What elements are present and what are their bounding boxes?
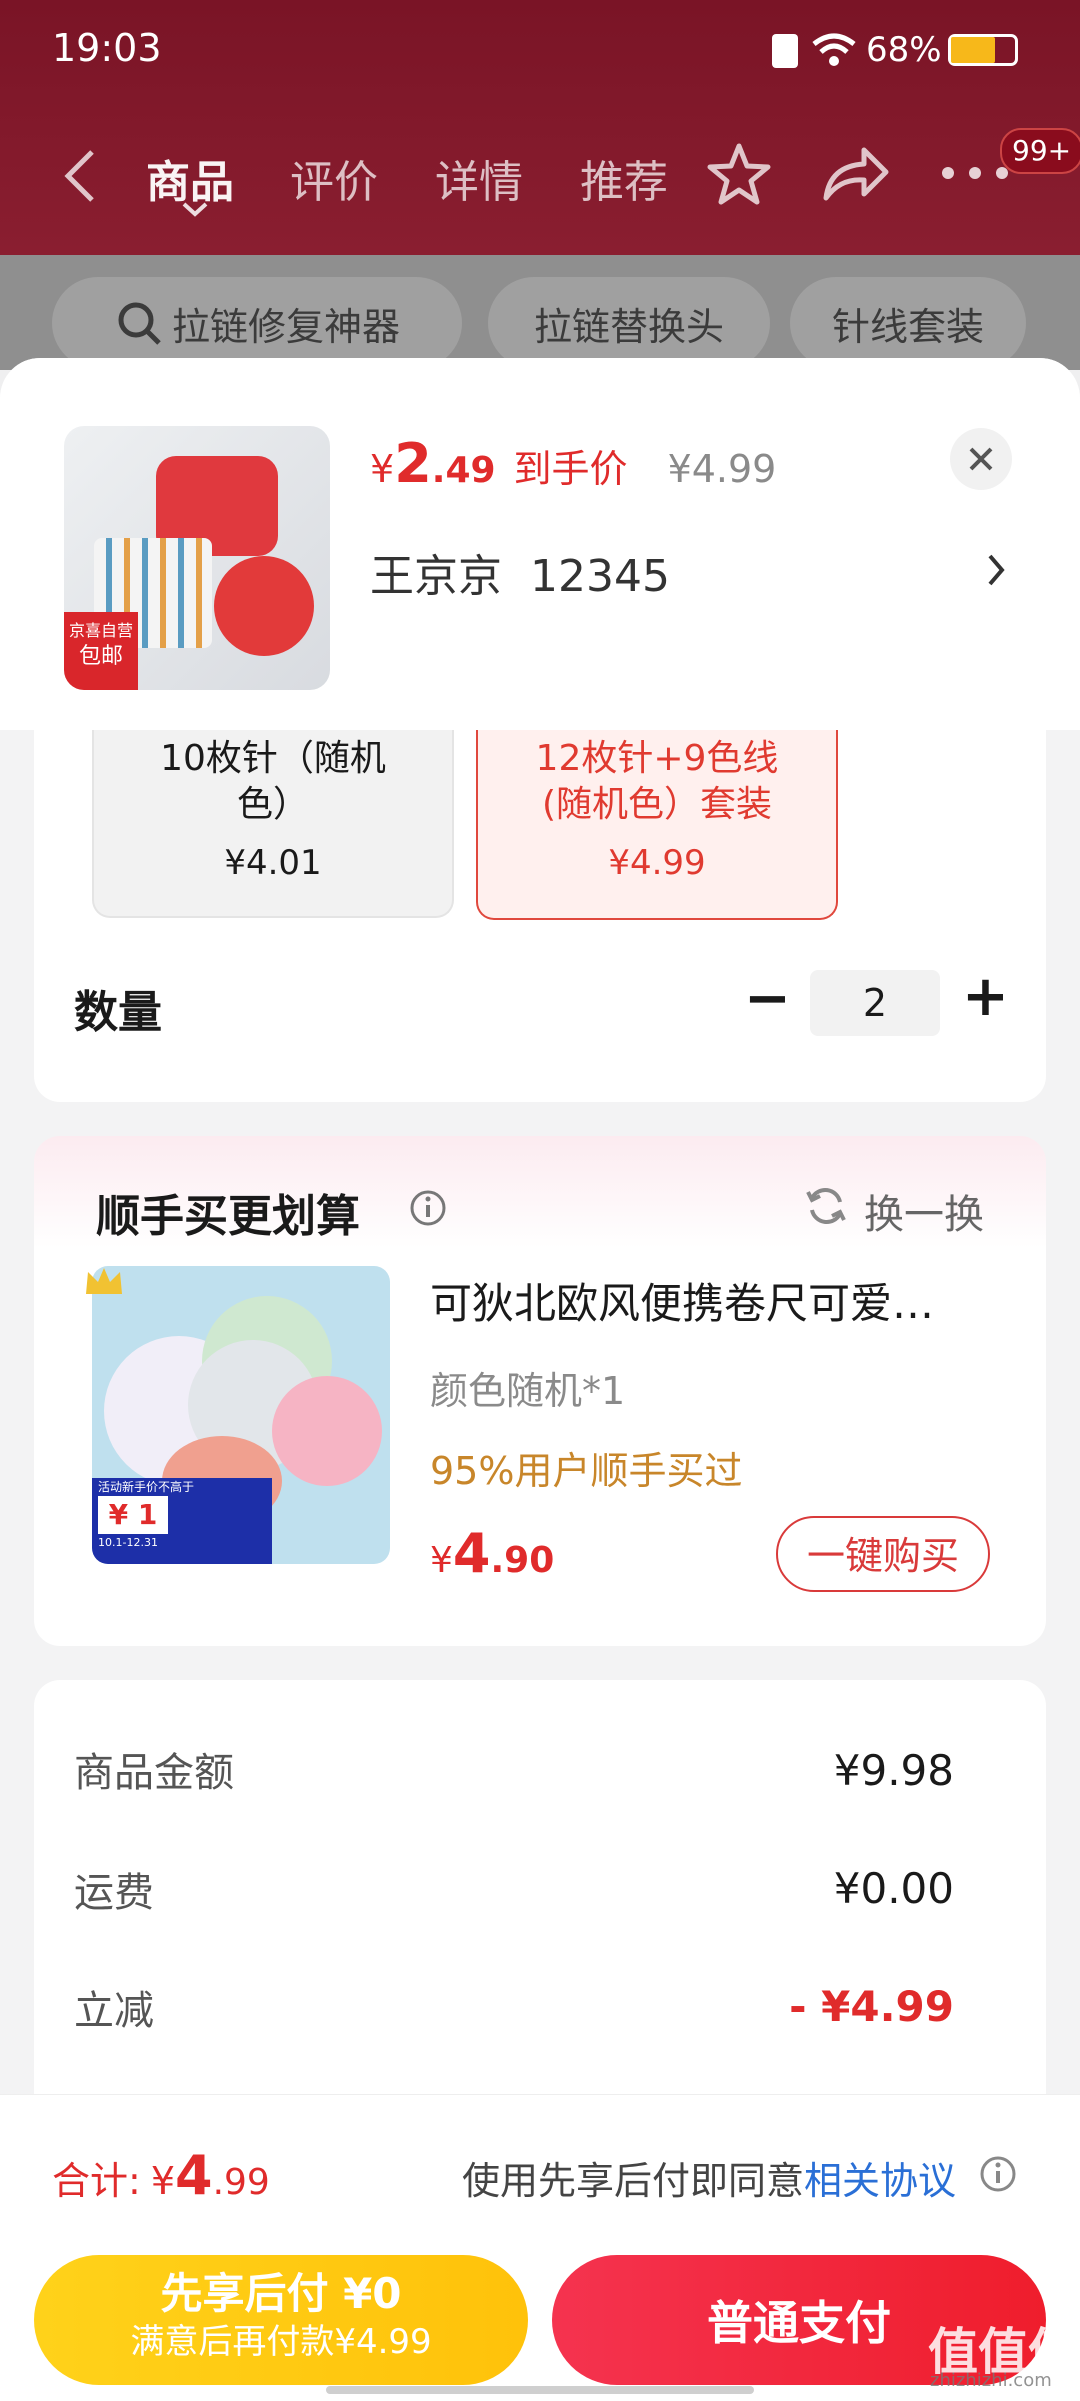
- addon-spec: 颜色随机*1: [430, 1369, 626, 1413]
- total-label: 合计:: [52, 2159, 141, 2203]
- search-chip[interactable]: 拉链修复神器: [52, 277, 462, 369]
- quantity-input[interactable]: 2: [810, 970, 940, 1036]
- option-price: ¥4.01: [224, 843, 322, 883]
- battery-icon: [948, 34, 1018, 66]
- more-icon[interactable]: [938, 162, 1012, 184]
- info-icon[interactable]: [408, 1188, 448, 1228]
- price-int: 2: [394, 432, 432, 495]
- pay-later-button[interactable]: 先享后付 ¥0 满意后再付款¥4.99: [34, 2255, 528, 2385]
- agreement-prefix: 使用先享后付即同意: [462, 2159, 805, 2203]
- thumb-badge: 京喜自营 包邮: [64, 612, 138, 690]
- price-symbol: ¥: [370, 447, 395, 491]
- total-dec: .99: [212, 2162, 270, 2203]
- tab-goods[interactable]: 商品: [146, 146, 234, 210]
- promo-price: ¥ 1: [98, 1496, 168, 1534]
- tab-details[interactable]: 详情: [435, 146, 523, 210]
- one-click-buy-button[interactable]: 一键购买: [776, 1516, 990, 1592]
- quantity-plus-button[interactable]: +: [962, 964, 1009, 1029]
- spec-option[interactable]: 10枚针（随机 色） ¥4.01: [92, 730, 454, 918]
- search-chip-label: 拉链修复神器: [171, 304, 400, 349]
- sheet-price: ¥2.49 到手价 ¥4.99: [370, 432, 776, 495]
- favorite-star-icon[interactable]: [706, 142, 772, 206]
- thumb-badge-bottom: 包邮: [78, 644, 123, 669]
- battery-percent: 68%: [866, 30, 942, 70]
- close-button[interactable]: [950, 428, 1012, 490]
- quantity-label: 数量: [74, 987, 162, 1038]
- tape-measure-icon: [272, 1376, 382, 1486]
- addon-title: 顺手买更划算: [96, 1191, 360, 1242]
- summary-value: ¥0.00: [833, 1864, 954, 1913]
- refresh-icon[interactable]: [804, 1184, 848, 1228]
- total-amount: 合计: ¥4.99: [52, 2144, 270, 2207]
- addon-product-title[interactable]: 可狄北欧风便携卷尺可爱…: [430, 1270, 934, 1331]
- summary-label: 商品金额: [74, 1750, 234, 1796]
- tab-recommend[interactable]: 推荐: [580, 146, 668, 210]
- refresh-button[interactable]: 换一换: [864, 1182, 984, 1240]
- watermark-url: zhizhizhi.com: [930, 2370, 1052, 2391]
- delivery-address[interactable]: 王京京 12345: [370, 540, 670, 604]
- sim-icon: [772, 34, 798, 68]
- option-line1: 12枚针+9色线: [535, 738, 779, 779]
- close-icon: [969, 447, 993, 471]
- summary-value-discount: - ¥4.99: [789, 1982, 954, 2031]
- suggestion-chip[interactable]: 针线套装: [790, 277, 1026, 369]
- pay-later-line1: 先享后付 ¥0: [160, 2269, 402, 2318]
- summary-value: ¥9.98: [833, 1746, 954, 1795]
- spec-option-selected[interactable]: 12枚针+9色线 (随机色）套装 ¥4.99: [476, 730, 838, 920]
- original-price: ¥4.99: [667, 447, 777, 491]
- status-time: 19:03: [52, 26, 162, 70]
- product-tin-icon: [214, 556, 314, 656]
- suggestion-chip[interactable]: 拉链替换头: [488, 277, 770, 369]
- home-indicator: [326, 2386, 754, 2394]
- thumb-badge-top: 京喜自营: [68, 621, 133, 640]
- chevron-right-icon[interactable]: [984, 550, 1008, 590]
- option-line2: 色）: [236, 784, 309, 825]
- option-line2: (随机色）套装: [541, 784, 773, 825]
- option-line1: 10枚针（随机: [160, 738, 386, 779]
- addon-price-int: 4: [452, 1522, 491, 1585]
- summary-label: 运费: [74, 1870, 154, 1916]
- info-icon[interactable]: [978, 2154, 1018, 2194]
- quantity-minus-button[interactable]: −: [744, 966, 791, 1031]
- pay-later-line2: 满意后再付款¥4.99: [130, 2322, 432, 2362]
- wifi-icon: [812, 33, 856, 66]
- tab-indicator-icon: [182, 202, 208, 217]
- back-icon[interactable]: [60, 148, 100, 204]
- addon-price-symbol: ¥: [430, 1540, 453, 1581]
- crown-icon: [86, 1268, 122, 1294]
- addon-product-image[interactable]: 活动新手价不高于 ¥ 1 10.1-12.31: [92, 1266, 390, 1564]
- agreement-text: 使用先享后付即同意相关协议: [462, 2150, 956, 2205]
- promo-text: 活动新手价不高于: [98, 1480, 195, 1494]
- addon-price-dec: .90: [490, 1540, 555, 1581]
- share-icon[interactable]: [822, 144, 890, 202]
- total-int: 4: [175, 2144, 213, 2207]
- total-symbol: ¥: [150, 2159, 175, 2203]
- option-price: ¥4.99: [608, 843, 706, 883]
- promo-date: 10.1-12.31: [98, 1536, 158, 1549]
- message-badge: 99+: [1000, 128, 1080, 174]
- agreement-link[interactable]: 相关协议: [804, 2159, 956, 2203]
- price-label: 到手价: [513, 447, 628, 491]
- summary-label: 立减: [74, 1988, 154, 2034]
- addon-social-proof: 95%用户顺手买过: [430, 1449, 743, 1493]
- promo-banner: 活动新手价不高于 ¥ 1 10.1-12.31: [92, 1478, 272, 1564]
- search-icon: [118, 302, 161, 345]
- tab-reviews[interactable]: 评价: [290, 146, 378, 210]
- price-dec: .49: [431, 450, 496, 491]
- product-thumbnail: 京喜自营 包邮: [64, 426, 330, 690]
- addon-price: ¥4.90: [430, 1522, 554, 1585]
